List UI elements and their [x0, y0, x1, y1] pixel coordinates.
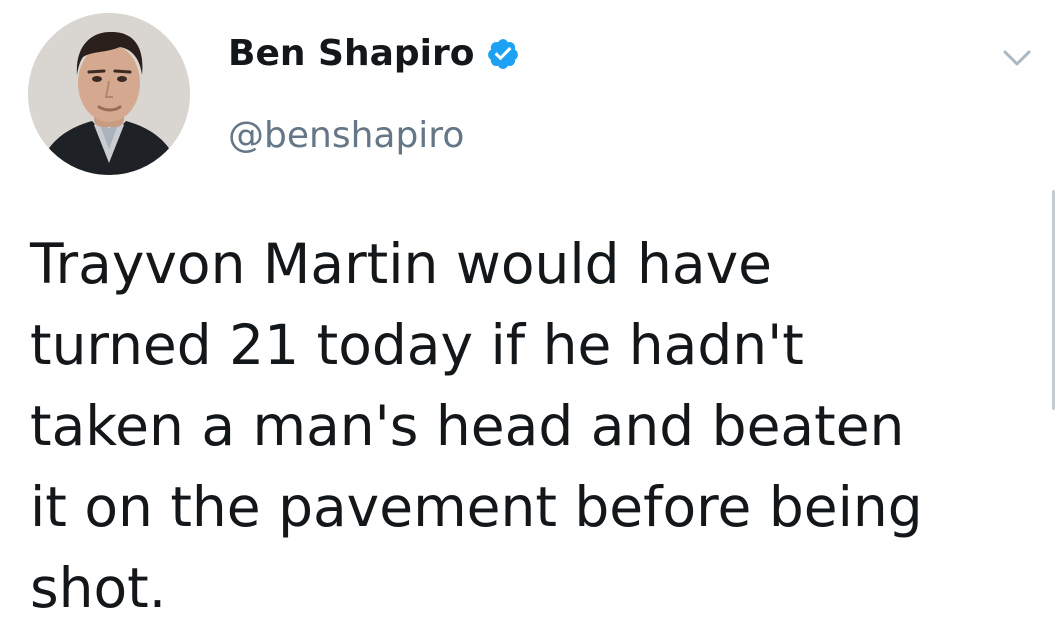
avatar[interactable] [28, 13, 190, 175]
tweet-text: Trayvon Martin would have turned 21 toda… [30, 232, 923, 620]
profile-photo [28, 13, 190, 175]
scrollbar[interactable] [1052, 190, 1055, 410]
display-name[interactable]: Ben Shapiro [228, 32, 474, 76]
verified-badge-icon [486, 37, 520, 71]
user-handle[interactable]: @benshapiro [228, 114, 464, 158]
chevron-down-icon[interactable] [1000, 44, 1034, 72]
tweet-card: Ben Shapiro @benshapiro Trayvon Martin w… [0, 0, 1057, 641]
